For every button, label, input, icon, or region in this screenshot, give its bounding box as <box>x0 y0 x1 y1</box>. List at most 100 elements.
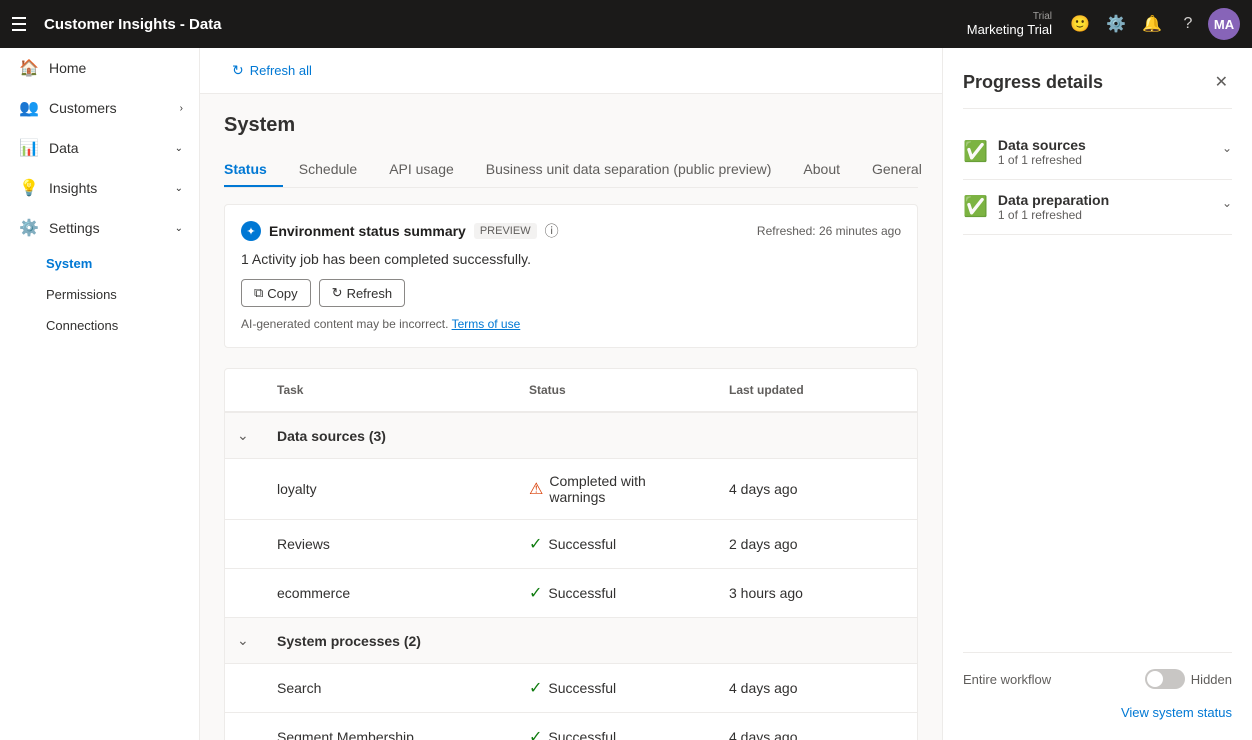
status-text-reviews: Successful <box>548 536 616 552</box>
warning-icon: ⚠ <box>529 479 543 499</box>
sidebar-label-data: Data <box>49 140 79 156</box>
tab-status[interactable]: Status <box>224 153 283 187</box>
task-reviews: Reviews <box>265 532 517 556</box>
success-icon: ✓ <box>529 678 542 698</box>
trial-label: Trial <box>1033 11 1052 22</box>
sidebar-label-customers: Customers <box>49 100 117 116</box>
task-search: Search <box>265 676 517 700</box>
trial-info: Trial Marketing Trial <box>967 11 1052 37</box>
updated-search: 4 days ago <box>717 676 917 700</box>
tab-general[interactable]: General <box>856 153 938 187</box>
group-expand-icon[interactable]: ⌄ <box>225 423 265 448</box>
workflow-toggle[interactable] <box>1145 669 1185 689</box>
group-system-processes[interactable]: ⌄ System processes (2) <box>225 618 917 664</box>
updated-loyalty: 4 days ago <box>717 477 917 501</box>
sidebar-item-home[interactable]: 🏠 Home <box>0 48 199 88</box>
info-icon[interactable]: ⓘ <box>545 221 559 241</box>
data-icon: 📊 <box>19 138 39 158</box>
task-loyalty: loyalty <box>265 477 517 501</box>
smiley-icon[interactable]: 🙂 <box>1064 8 1096 40</box>
copy-button[interactable]: ⧉ Copy <box>241 279 311 307</box>
sidebar: 🏠 Home 👥 Customers › 📊 Data ⌄ 💡 Insights… <box>0 48 200 740</box>
chevron-prep[interactable]: ⌄ <box>1222 196 1232 210</box>
refresh-bar: ↻ Refresh all <box>200 48 942 94</box>
col-last-updated: Last updated <box>717 379 917 401</box>
progress-info-sources: Data sources 1 of 1 refreshed <box>998 137 1212 167</box>
progress-item-sources: ✅ Data sources 1 of 1 refreshed ⌄ <box>963 125 1232 180</box>
terms-link[interactable]: Terms of use <box>452 317 521 331</box>
toggle-knob <box>1147 671 1163 687</box>
status-reviews: ✓ Successful <box>517 530 717 558</box>
status-text-ecommerce: Successful <box>548 585 616 601</box>
grid-menu-icon[interactable] <box>12 15 28 33</box>
close-panel-button[interactable]: ✕ <box>1211 68 1232 96</box>
permissions-label: Permissions <box>46 287 117 302</box>
topbar: Customer Insights - Data Trial Marketing… <box>0 0 1252 48</box>
sidebar-subitem-connections[interactable]: Connections <box>0 310 199 341</box>
table-row: Search ✓ Successful 4 days ago <box>225 664 917 713</box>
status-segment: ✓ Successful <box>517 723 717 740</box>
group-data-sources[interactable]: ⌄ Data sources (3) <box>225 413 917 459</box>
tab-api-usage[interactable]: API usage <box>373 153 470 187</box>
topbar-right: Trial Marketing Trial 🙂 ⚙️ 🔔 ? MA <box>967 8 1240 40</box>
toggle-label: Entire workflow <box>963 672 1051 687</box>
sidebar-label-insights: Insights <box>49 180 97 196</box>
status-card-header: ✦ Environment status summary PREVIEW ⓘ R… <box>241 221 901 241</box>
refresh-all-button[interactable]: ↻ Refresh all <box>224 58 320 83</box>
connections-label: Connections <box>46 318 118 333</box>
success-icon: ✓ <box>529 534 542 554</box>
sidebar-item-data[interactable]: 📊 Data ⌄ <box>0 128 199 168</box>
tab-schedule[interactable]: Schedule <box>283 153 373 187</box>
sidebar-item-insights[interactable]: 💡 Insights ⌄ <box>0 168 199 208</box>
progress-sub-sources: 1 of 1 refreshed <box>998 153 1212 167</box>
system-section: System Status Schedule API usage Busines… <box>200 94 942 740</box>
col-expand <box>225 379 265 401</box>
main-content: ↻ Refresh all System Status Schedule API… <box>200 48 942 740</box>
group-expand-sys-icon[interactable]: ⌄ <box>225 628 265 653</box>
progress-item-prep: ✅ Data preparation 1 of 1 refreshed ⌄ <box>963 180 1232 235</box>
success-icon: ✓ <box>529 727 542 740</box>
sidebar-subitem-system[interactable]: System <box>0 248 199 279</box>
tab-business-unit[interactable]: Business unit data separation (public pr… <box>470 153 788 187</box>
status-text-search: Successful <box>548 680 616 696</box>
preview-badge: PREVIEW <box>474 223 537 239</box>
check-icon-sources: ✅ <box>963 139 988 164</box>
success-icon: ✓ <box>529 583 542 603</box>
customers-chevron: › <box>180 103 183 114</box>
trial-name: Marketing Trial <box>967 22 1052 37</box>
check-icon-prep: ✅ <box>963 194 988 219</box>
insights-chevron: ⌄ <box>175 183 183 194</box>
settings-icon[interactable]: ⚙️ <box>1100 8 1132 40</box>
home-icon: 🏠 <box>19 58 39 78</box>
table-row: ecommerce ✓ Successful 3 hours ago <box>225 569 917 618</box>
refresh-icon: ↻ <box>232 62 244 79</box>
help-icon[interactable]: ? <box>1172 8 1204 40</box>
panel-footer: Entire workflow Hidden View system statu… <box>963 652 1232 720</box>
progress-name-sources: Data sources <box>998 137 1212 153</box>
status-actions: ⧉ Copy ↻ Refresh <box>241 279 901 307</box>
notification-icon[interactable]: 🔔 <box>1136 8 1168 40</box>
customers-icon: 👥 <box>19 98 39 118</box>
status-ecommerce: ✓ Successful <box>517 579 717 607</box>
avatar[interactable]: MA <box>1208 8 1240 40</box>
page-title: System <box>224 114 918 137</box>
tab-about[interactable]: About <box>787 153 856 187</box>
panel-header: Progress details ✕ <box>963 68 1232 109</box>
sidebar-label-home: Home <box>49 60 86 76</box>
chevron-sources[interactable]: ⌄ <box>1222 141 1232 155</box>
status-loyalty: ⚠ Completed with warnings <box>517 469 717 509</box>
sidebar-item-settings[interactable]: ⚙️ Settings ⌄ <box>0 208 199 248</box>
group-sys-title: System processes (2) <box>265 629 917 653</box>
sidebar-subitem-permissions[interactable]: Permissions <box>0 279 199 310</box>
view-system-status-link[interactable]: View system status <box>963 705 1232 720</box>
copy-label: Copy <box>267 286 297 301</box>
content-area: ↻ Refresh all System Status Schedule API… <box>200 48 1252 740</box>
panel-title: Progress details <box>963 72 1103 93</box>
refresh-status-label: Refresh <box>347 286 393 301</box>
refresh-status-button[interactable]: ↻ Refresh <box>319 279 405 307</box>
status-title: Environment status summary <box>269 223 466 239</box>
task-table: Task Status Last updated ⌄ Data sources … <box>224 368 918 740</box>
sidebar-item-customers[interactable]: 👥 Customers › <box>0 88 199 128</box>
task-segment: Segment Membership <box>265 725 517 740</box>
refreshed-text: Refreshed: 26 minutes ago <box>757 224 901 238</box>
